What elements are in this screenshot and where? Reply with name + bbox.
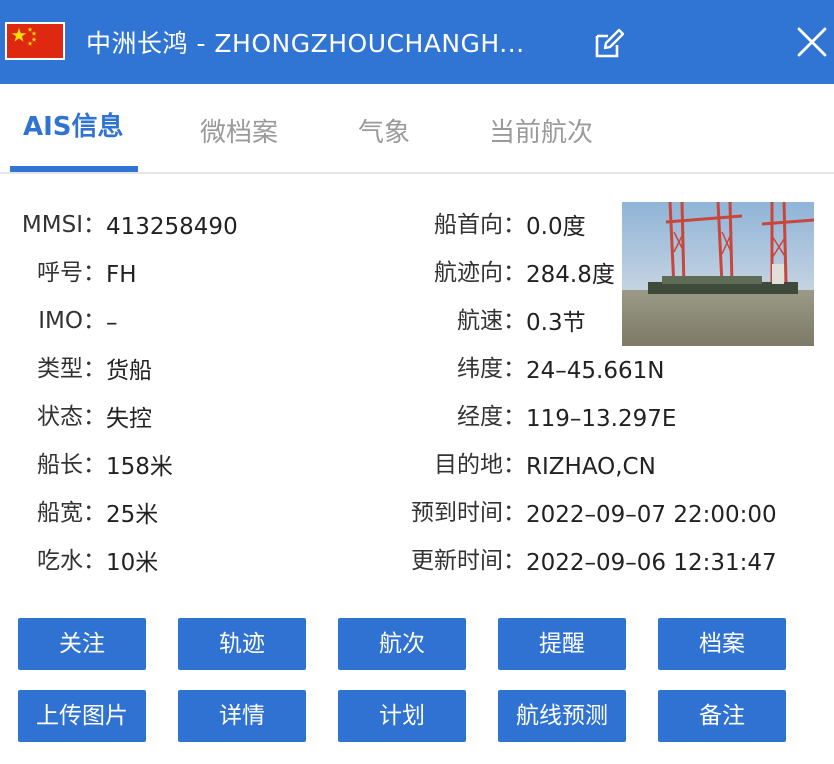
type-value: 货船 xyxy=(106,358,152,384)
length-label: 船长： xyxy=(37,452,106,478)
update-time-value: 2022–09–06 12:31:47 xyxy=(526,550,777,576)
china-flag-icon xyxy=(5,22,65,60)
beam-value: 25米 xyxy=(106,502,159,528)
draught-value: 10米 xyxy=(106,550,159,576)
course-value: 284.8度 xyxy=(526,262,615,288)
speed-value: 0.3节 xyxy=(526,310,586,336)
tab-ais-info[interactable]: AIS信息 xyxy=(23,106,124,143)
course-label: 航迹向： xyxy=(434,260,526,286)
active-tab-indicator xyxy=(10,166,138,172)
eta-label: 预到时间： xyxy=(411,500,526,526)
voyage-button[interactable]: 航次 xyxy=(338,618,466,670)
longitude-label: 经度： xyxy=(457,404,526,430)
close-icon[interactable] xyxy=(794,24,830,60)
update-time-label: 更新时间： xyxy=(411,548,526,574)
tab-micro-archive[interactable]: 微档案 xyxy=(200,112,278,149)
imo-label: IMO： xyxy=(38,308,106,334)
ship-name-title: 中洲长鸿 - ZHONGZHOUCHANGH... xyxy=(86,29,525,58)
callsign-label: 呼号： xyxy=(37,260,106,286)
latitude-label: 纬度： xyxy=(457,356,526,382)
mmsi-label: MMSI： xyxy=(21,212,106,238)
beam-label: 船宽： xyxy=(37,500,106,526)
details-button[interactable]: 详情 xyxy=(178,690,306,742)
eta-value: 2022–09–07 22:00:00 xyxy=(526,502,777,528)
speed-label: 航速： xyxy=(457,308,526,334)
destination-value: RIZHAO,CN xyxy=(526,454,656,480)
notes-button[interactable]: 备注 xyxy=(658,690,786,742)
ship-photo[interactable] xyxy=(622,201,815,346)
track-button[interactable]: 轨迹 xyxy=(178,618,306,670)
tab-current-voyage[interactable]: 当前航次 xyxy=(489,112,593,149)
reminder-button[interactable]: 提醒 xyxy=(498,618,626,670)
plan-button[interactable]: 计划 xyxy=(338,690,466,742)
route-prediction-button[interactable]: 航线预测 xyxy=(498,690,626,742)
destination-label: 目的地： xyxy=(434,452,526,478)
heading-label: 船首向： xyxy=(434,212,526,238)
longitude-value: 119–13.297E xyxy=(526,406,677,432)
tab-weather[interactable]: 气象 xyxy=(358,112,410,149)
status-label: 状态： xyxy=(37,404,106,430)
draught-label: 吃水： xyxy=(37,548,106,574)
length-value: 158米 xyxy=(106,454,173,480)
follow-button[interactable]: 关注 xyxy=(18,618,146,670)
callsign-value: FH xyxy=(106,262,137,288)
upload-photo-button[interactable]: 上传图片 xyxy=(18,690,146,742)
latitude-value: 24–45.661N xyxy=(526,358,665,384)
mmsi-value: 413258490 xyxy=(106,214,238,240)
type-label: 类型： xyxy=(37,356,106,382)
status-value: 失控 xyxy=(106,406,152,432)
heading-value: 0.0度 xyxy=(526,214,586,240)
tab-bar: AIS信息 微档案 气象 当前航次 xyxy=(0,84,834,174)
imo-value: – xyxy=(106,310,118,336)
popup-header: 中洲长鸿 - ZHONGZHOUCHANGH... xyxy=(0,0,834,84)
edit-icon[interactable] xyxy=(592,28,625,60)
archive-button[interactable]: 档案 xyxy=(658,618,786,670)
